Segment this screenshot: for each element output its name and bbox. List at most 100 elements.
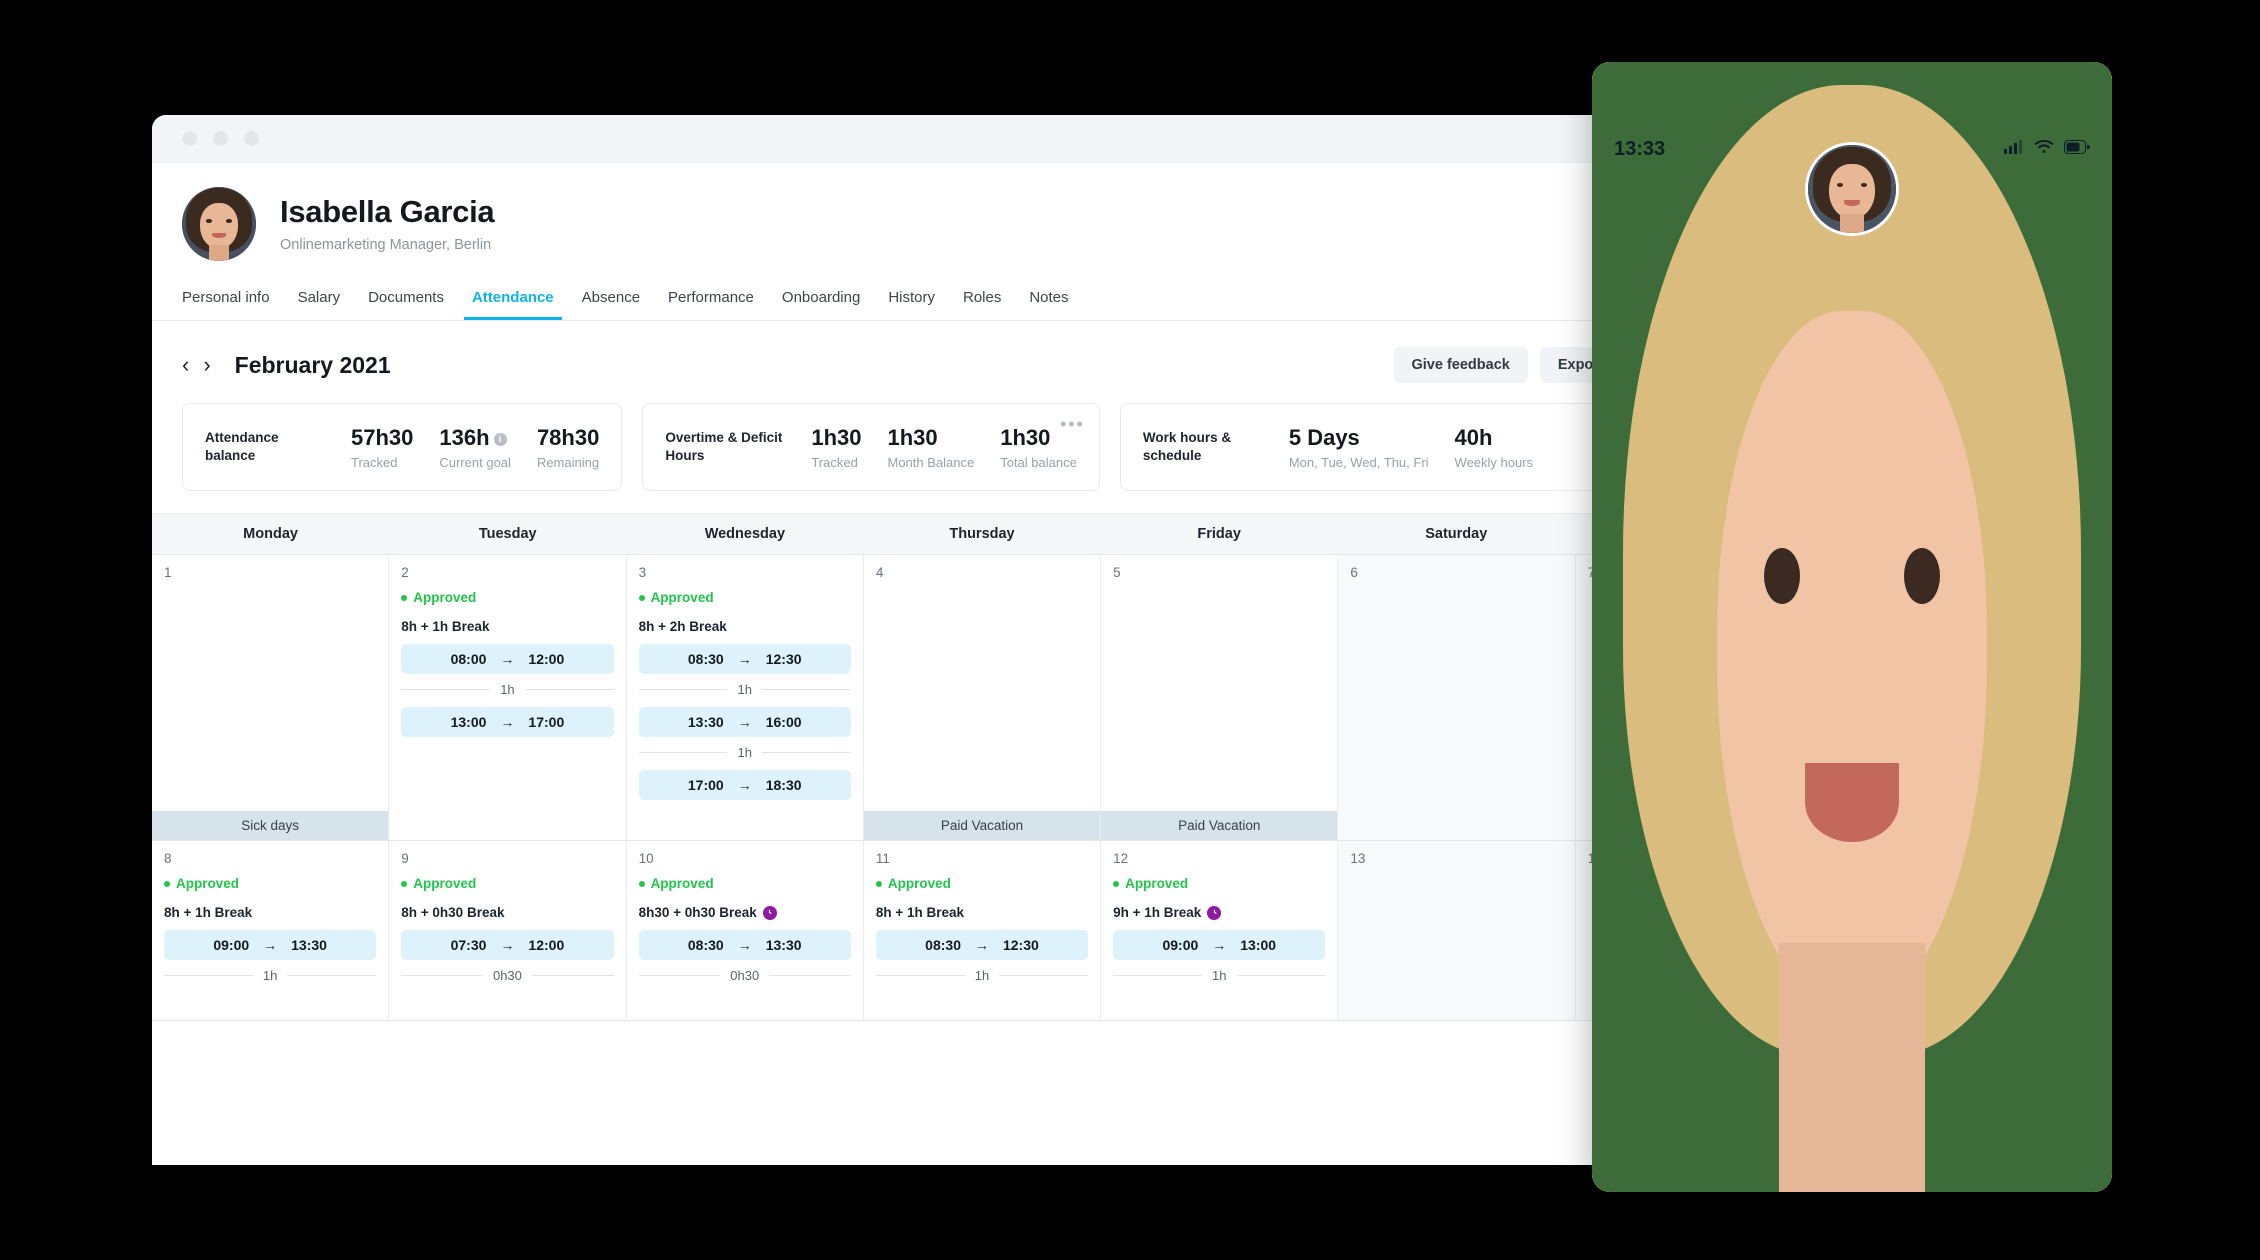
status-badge: Approved [638,876,851,891]
time-slot[interactable]: 08:00 → 12:00 [401,644,614,674]
tab-notes[interactable]: Notes [1015,279,1082,320]
calendar-day-cell[interactable]: 9 Approved 8h + 0h30 Break 07:30 → 12:00 0h30 [389,841,627,1020]
absence-tag[interactable]: Paid Vacation [1101,811,1338,840]
arrow-right-icon: → [737,714,752,730]
break-duration: 1h [737,745,752,760]
slot-from: 08:30 [687,937,724,953]
break-duration: 0h30 [492,968,522,983]
tab-salary[interactable]: Salary [284,279,355,320]
time-slot[interactable]: 08:30 → 12:30 [875,930,1089,960]
card-menu-icon[interactable]: ••• [1060,414,1085,435]
stat-card-attendance-balance: Attendance balance 57h30 Tracked 136h i Curre… [182,403,623,491]
time-slot[interactable]: 13:30 → 16:00 [638,707,851,737]
absence-tag[interactable]: Sick days [152,811,389,840]
day-number: 4 [875,565,884,580]
tab-absence[interactable]: Absence [568,279,654,320]
next-month-button[interactable]: › [203,354,210,376]
stat-metric-value: 57h30 [351,424,414,450]
stat-metric-label: Mon, Tue, Wed, Thu, Fri [1288,454,1429,470]
calendar-day-cell[interactable]: 3 Approved 8h + 2h Break 08:30 → 12:30 1h 13:30… [627,555,864,840]
birthday-card[interactable]: Anna Schumacher is celebrating today! [1592,62,2112,1192]
window-minimize-dot[interactable] [213,131,228,146]
time-slot[interactable]: 08:30 → 12:30 [638,644,851,674]
status-dot-icon [1113,880,1120,887]
divider-line [761,689,851,690]
weekday-header-monday: Monday [243,526,298,542]
calendar-day-cell[interactable]: 12 Approved 9h + 1h Break 09:00 → 13:00 1h [1101,841,1339,1020]
time-slot[interactable]: 07:30 → 12:00 [401,930,614,960]
calendar-day-cell[interactable]: 11 Approved 8h + 1h Break 08:30 → 12:30 1h [864,841,1102,1020]
divider-line [164,975,253,976]
calendar-day-body: 11 Approved 8h + 1h Break 08:30 → 12:30 1h [864,841,1100,1020]
break-duration: 1h [737,682,752,697]
calendar-day-cell[interactable]: 13 [1338,841,1576,1020]
tab-history[interactable]: History [874,279,949,320]
window-close-dot[interactable] [182,131,197,146]
stat-metric-label: Tracked [811,454,858,470]
status-dot-icon [401,594,408,601]
calendar-day-cell[interactable]: 1 Sick days [152,555,390,840]
calendar-day-cell[interactable]: 4 Paid Vacation [863,555,1102,840]
calendar-day-cell[interactable]: 5 Paid Vacation [1101,555,1339,840]
status-dot-icon [875,880,882,887]
calendar-week-row: 8 Approved 8h + 1h Break 09:00 → 13:30 1h 9 Appr… [152,841,1812,1021]
stat-metric-value: 1h30 [887,424,938,450]
status-badge: Approved [164,876,376,891]
status-dot-icon [638,880,645,887]
day-summary-label: 8h + 1h Break [875,905,965,920]
weekday-header-saturday: Saturday [1425,526,1488,542]
stat-metric: 136h i Current goal [439,425,511,470]
status-label: Approved [413,876,477,891]
info-icon[interactable]: i [493,432,507,446]
stat-metric-label: Weekly hours [1454,454,1534,470]
time-slot[interactable]: 13:00 → 17:00 [401,707,614,737]
attendance-calendar: Monday Tuesday Wednesday Thursday Friday Satu… [152,513,1812,1021]
day-summary-label: 8h + 0h30 Break [401,905,505,920]
break-duration: 1h [500,682,515,697]
calendar-day-cell[interactable]: 8 Approved 8h + 1h Break 09:00 → 13:30 1h [152,841,390,1020]
stat-metric-value: 5 Days [1288,424,1360,450]
tab-attendance[interactable]: Attendance [458,279,568,320]
stat-metric-label: Remaining [536,454,600,470]
arrow-right-icon: → [500,714,515,730]
time-slot[interactable]: 08:30 → 13:30 [638,930,851,960]
tab-personal-info[interactable]: Personal info [182,279,284,320]
status-label: Approved [650,876,714,891]
tab-documents[interactable]: Documents [354,279,458,320]
weekday-header-thursday: Thursday [949,526,1015,542]
time-slot[interactable]: 09:00 → 13:30 [164,930,377,960]
calendar-weeks: 1 Sick days 2 Approved 8h + 1h Break 08:00 → 12… [152,555,1812,1021]
arrow-right-icon: → [737,651,752,667]
divider-line [999,975,1089,976]
stat-card-title: Attendance balance [205,429,279,463]
give-feedback-button[interactable]: Give feedback [1393,347,1528,383]
prev-month-button[interactable]: ‹ [182,354,189,376]
time-slot[interactable]: 17:00 → 18:30 [638,770,851,800]
day-number: 1 [164,565,172,580]
time-slot[interactable]: 09:00 → 13:00 [1113,930,1326,960]
page-title: Isabella Garcia [280,194,495,230]
break-divider: 1h [638,745,851,760]
break-duration: 0h30 [730,968,760,983]
break-duration: 1h [974,968,990,983]
window-maximize-dot[interactable] [244,131,259,146]
signal-bars-icon [2004,139,2024,159]
day-number: 12 [1113,851,1129,866]
calendar-day-cell[interactable]: 6 [1338,555,1576,840]
break-divider: 1h [638,682,851,697]
day-number: 3 [638,565,647,580]
tab-performance[interactable]: Performance [654,279,768,320]
tab-roles[interactable]: Roles [949,279,1015,320]
absence-tag[interactable]: Paid Vacation [863,811,1101,840]
stat-metric: 5 Days Mon, Tue, Wed, Thu, Fri [1289,425,1429,470]
slot-from: 08:30 [687,651,724,667]
day-summary: 8h30 + 0h30 Break [639,905,851,920]
day-number: 2 [401,565,409,580]
calendar-day-cell[interactable]: 10 Approved 8h30 + 0h30 Break 08:30 → 13:30 0h… [627,841,864,1020]
day-summary: 9h + 1h Break [1113,905,1325,920]
calendar-day-cell[interactable]: 2 Approved 8h + 1h Break 08:00 → 12:00 1h 13:00… [389,555,627,840]
stat-metric-value: 78h30 [536,424,600,450]
tab-onboarding[interactable]: Onboarding [768,279,874,320]
divider-line [401,689,491,690]
break-divider: 1h [875,968,1089,983]
